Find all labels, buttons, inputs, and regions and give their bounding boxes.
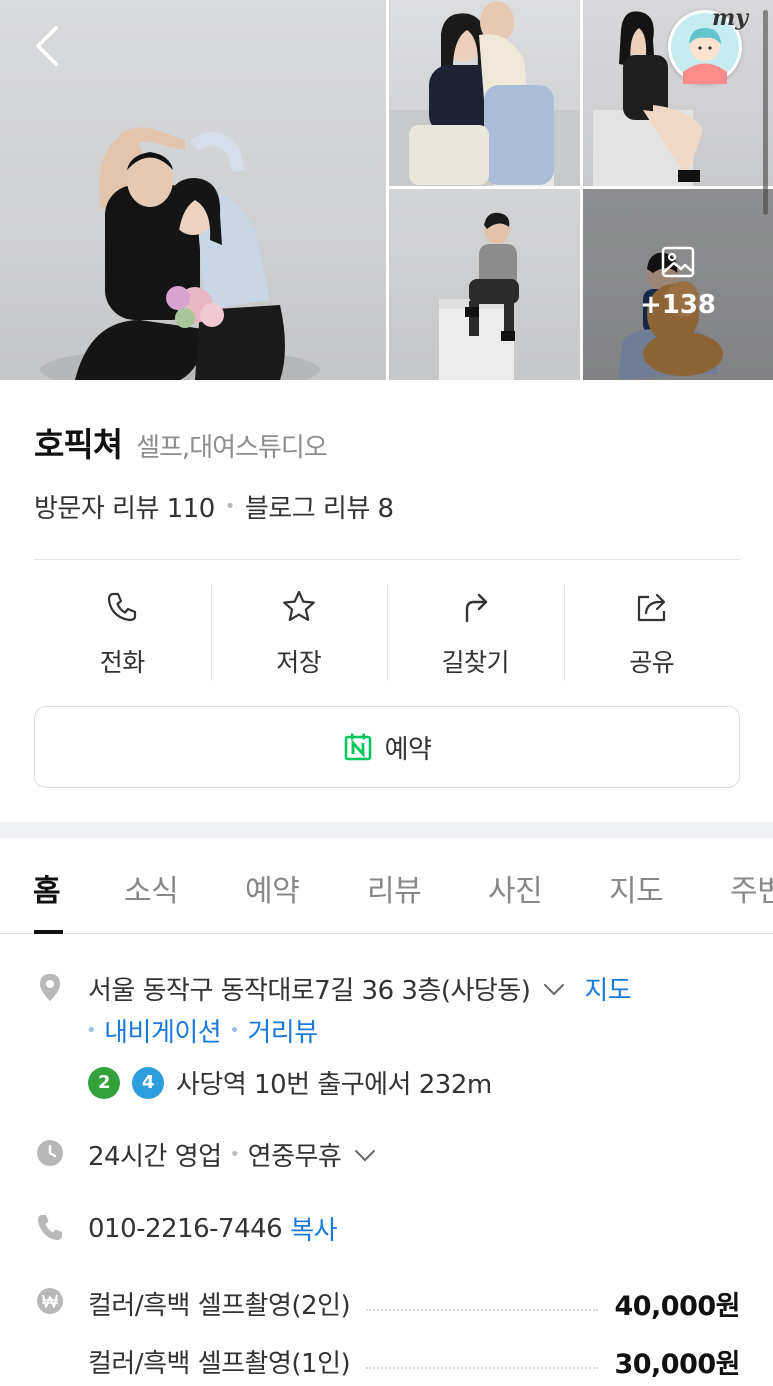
tab-news[interactable]: 소식 [124, 866, 179, 910]
separator-dot: • [86, 1020, 97, 1041]
tab-home[interactable]: 홈 [33, 866, 61, 910]
price-item: 컬러/흑백 셀프촬영(1인) 30,000원 [88, 1342, 740, 1381]
tab-nearby[interactable]: 주변 [730, 866, 773, 910]
directions-button[interactable]: 길찾기 [387, 585, 564, 681]
subway-line-4-badge: 4 [132, 1066, 164, 1099]
section-divider [0, 822, 773, 838]
call-label: 전화 [99, 648, 146, 677]
won-icon [37, 1288, 63, 1314]
price-dotted-leader [366, 1308, 599, 1311]
subway-info: 2 4 사당역 10번 출구에서 232m [88, 1064, 492, 1101]
hours-text: 24시간 영업 [88, 1142, 222, 1172]
location-pin-icon [40, 974, 60, 1001]
directions-icon [466, 593, 488, 623]
more-photos-overlay[interactable] [583, 189, 773, 380]
share-icon [637, 593, 665, 622]
tab-photos[interactable]: 사진 [488, 866, 543, 910]
clock-icon [37, 1140, 63, 1166]
place-category: 셀프,대여스튜디오 [136, 433, 328, 463]
copy-button[interactable]: 복사 [290, 1210, 337, 1247]
back-button[interactable] [28, 22, 68, 70]
phone-number[interactable]: 010-2216-7446 [88, 1214, 283, 1244]
price-value: 30,000원 [614, 1349, 740, 1380]
directions-label: 길찾기 [441, 648, 509, 677]
share-button[interactable]: 공유 [563, 585, 741, 681]
address-links: • 내비게이션 • 거리뷰 [86, 1012, 318, 1049]
action-bar: 전화 저장 길찾기 공유 [34, 585, 740, 681]
divider [34, 559, 740, 560]
my-label: my [712, 5, 749, 31]
phone-icon [108, 592, 137, 622]
star-icon [282, 590, 315, 621]
separator-dot: • [224, 496, 236, 517]
price-dotted-leader [366, 1366, 599, 1369]
active-tab-indicator [34, 930, 63, 934]
naver-booking-icon [344, 733, 371, 761]
blog-review-link[interactable]: 블로그 리뷰 8 [245, 488, 394, 525]
street-view-link[interactable]: 거리뷰 [247, 1012, 318, 1049]
photo-child[interactable] [389, 189, 580, 380]
separator-dot: • [229, 1144, 241, 1165]
tab-bar: 홈 소식 예약 리뷰 사진 지도 주변 [0, 838, 773, 934]
tab-booking[interactable]: 예약 [245, 866, 300, 910]
more-photos-count[interactable]: +138 [583, 290, 773, 320]
title-row: 호픽쳐 셀프,대여스튜디오 [34, 418, 328, 466]
navigation-link[interactable]: 내비게이션 [104, 1012, 222, 1049]
hours-row[interactable]: 24시간 영업 • 연중무휴 [88, 1136, 377, 1173]
phone-row: 010-2216-7446 복사 [88, 1210, 338, 1247]
share-label: 공유 [629, 648, 675, 677]
separator-dot: • [229, 1020, 240, 1041]
subway-line-2-badge: 2 [88, 1066, 120, 1099]
tab-reviews[interactable]: 리뷰 [367, 866, 422, 910]
reserve-button[interactable]: 예약 [34, 706, 740, 788]
save-label: 저장 [276, 648, 322, 677]
reserve-label: 예약 [384, 734, 432, 765]
holiday-text: 연중무휴 [247, 1142, 342, 1172]
chevron-down-icon[interactable] [353, 1143, 377, 1167]
gallery-icon [661, 246, 695, 278]
tab-map[interactable]: 지도 [609, 866, 664, 910]
price-item-name: 컬러/흑백 셀프촬영(1인) [88, 1349, 351, 1379]
subway-distance: 사당역 10번 출구에서 232m [176, 1070, 492, 1100]
photo-gallery: +138 my [0, 0, 773, 380]
chevron-down-icon[interactable] [542, 977, 566, 1001]
review-summary: 방문자 리뷰 110 • 블로그 리뷰 8 [34, 488, 394, 525]
price-item: 컬러/흑백 셀프촬영(2인) 40,000원 [88, 1284, 740, 1323]
save-button[interactable]: 저장 [210, 585, 388, 681]
phone-icon [38, 1215, 62, 1240]
price-item-name: 컬러/흑백 셀프촬영(2인) [88, 1291, 351, 1321]
place-name: 호픽쳐 [34, 425, 123, 464]
map-link[interactable]: 지도 [584, 970, 631, 1007]
price-value: 40,000원 [614, 1291, 740, 1322]
visitor-review-link[interactable]: 방문자 리뷰 110 [34, 488, 215, 525]
address-text[interactable]: 서울 동작구 동작대로7길 36 3층(사당동) [88, 970, 531, 1007]
address-row: 서울 동작구 동작대로7길 36 3층(사당동) 지도 [88, 970, 632, 1007]
scrollbar[interactable] [763, 10, 768, 215]
call-button[interactable]: 전화 [34, 585, 211, 681]
photo-couple-hug[interactable] [389, 0, 580, 186]
